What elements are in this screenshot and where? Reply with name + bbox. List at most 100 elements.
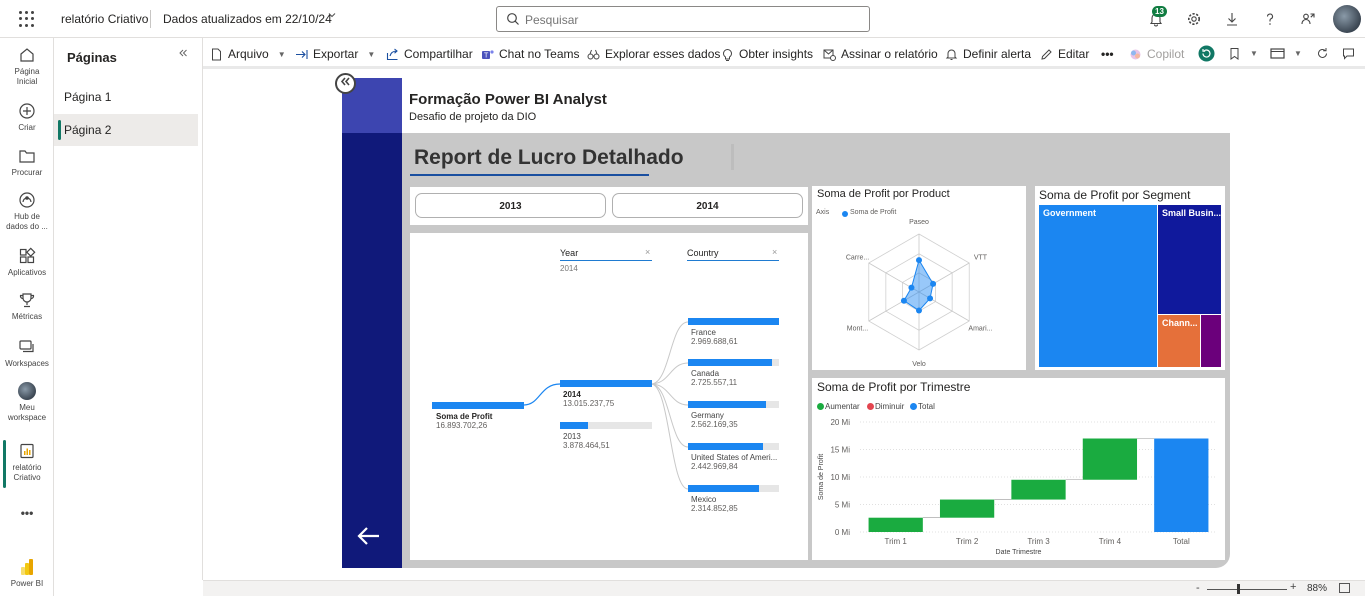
notification-badge: 13 [1152,6,1167,17]
radar-point[interactable] [916,257,922,264]
country-bar[interactable] [688,443,779,450]
plus-circle-icon [19,103,35,119]
teams-chat-button[interactable]: T Chat no Teams [481,47,580,61]
nav-create[interactable]: Criar [0,102,54,133]
insights-button[interactable]: Obter insights [721,47,813,61]
download-icon[interactable] [1222,9,1242,29]
country-bar[interactable] [688,485,779,492]
nav-apps[interactable]: Aplicativos [0,247,54,278]
close-icon[interactable]: × [772,247,777,257]
app-launcher-icon[interactable] [19,11,35,27]
waterfall-bar[interactable] [939,499,995,518]
search-input[interactable] [525,11,855,28]
status-bar: - + 88% [203,580,1365,596]
export-menu[interactable]: Exportar ▼ [295,47,375,61]
zoom-slider-thumb[interactable] [1237,584,1240,594]
country-label: France [691,328,716,337]
waterfall-bar[interactable] [1011,479,1066,500]
zoom-out-button[interactable]: - [1196,582,1200,594]
treemap-segment-small-business[interactable]: Small Busin... [1158,205,1221,314]
bell-icon [945,49,958,60]
year-level-header[interactable]: Year [560,248,578,258]
chevron-down-icon[interactable] [327,10,337,23]
nav-browse[interactable]: Procurar [0,147,54,178]
search-icon [506,12,520,29]
edit-button[interactable]: Editar [1040,47,1089,61]
y-tick-label: 10 Mi [830,473,850,482]
nav-report[interactable]: relatório Criativo [0,442,54,483]
nav-my-workspace[interactable]: Meu workspace [0,382,54,423]
refresh-status-icon[interactable] [1198,45,1215,62]
zoom-slider[interactable] [1207,589,1287,590]
more-options-button[interactable]: ••• [1101,47,1114,61]
alert-label: Definir alerta [963,47,1032,61]
nav-metrics[interactable]: Métricas [0,291,54,322]
nav-workspaces[interactable]: Workspaces [0,338,54,369]
country-bar-fill [688,443,763,450]
view-menu[interactable]: ▼ [1270,47,1302,60]
radar-legend-series[interactable]: Soma de Profit [850,209,896,216]
waterfall-chart: 0 Mi 5 Mi 10 Mi 15 Mi 20 Mi Soma de Profit Tri… [818,418,1217,556]
app-name[interactable]: relatório Criativo [61,12,148,26]
radar-point[interactable] [927,295,934,302]
reload-button[interactable] [1316,47,1329,60]
radar-point[interactable] [930,280,937,287]
nav-data-hub[interactable]: Hub de dados do ... [0,191,54,232]
radar-legend-axis: Axis [816,209,830,216]
root-bar[interactable] [432,402,524,409]
waterfall-bar[interactable] [868,517,923,532]
file-menu[interactable]: Arquivo ▼ [210,47,286,61]
year-bar[interactable] [560,422,652,429]
radar-point[interactable] [916,307,922,314]
waterfall-bar[interactable] [1154,438,1209,533]
fit-to-page-icon[interactable] [1339,583,1350,593]
explore-data-button[interactable]: Explorar esses dados [587,47,720,61]
user-avatar[interactable] [1333,5,1361,33]
back-arrow-icon[interactable] [356,524,382,548]
nav-label: workspace [7,413,47,422]
copilot-button[interactable]: Copilot [1129,47,1184,61]
set-alert-button[interactable]: Definir alerta [945,47,1031,61]
country-bar[interactable] [688,359,779,366]
treemap-segment-channel[interactable]: Chann... [1158,315,1200,367]
radar-point[interactable] [908,284,915,291]
nav-powerbi[interactable]: Power BI [0,558,54,589]
subscribe-button[interactable]: Assinar o relatório [823,47,938,61]
page-item-2[interactable]: Página 2 [54,114,198,146]
nav-label: Procurar [11,168,43,177]
waterfall-bar[interactable] [1082,438,1138,480]
nav-label: Página [14,67,40,76]
search-box[interactable] [496,6,870,32]
country-bar[interactable] [688,401,779,408]
radar-point[interactable] [900,297,907,304]
binoculars-icon [587,49,600,59]
collapse-pane-icon[interactable] [178,47,188,61]
zoom-in-button[interactable]: + [1290,581,1296,593]
page-item-1[interactable]: Página 1 [54,81,198,113]
settings-gear-icon[interactable] [1184,9,1204,29]
report-subtitle: Desafio de projeto da DIO [409,111,537,123]
radar-category-label: Amari... [968,326,992,333]
bookmark-menu[interactable]: ▼ [1228,47,1258,60]
slicer-year-2013[interactable]: 2013 [415,193,606,218]
country-level-header[interactable]: Country [687,248,719,258]
bookmark-icon [1230,48,1239,60]
slicer-year-2014[interactable]: 2014 [612,193,803,218]
data-updated-label[interactable]: Dados atualizados em 22/10/24 [163,12,332,26]
y-tick-label: 5 Mi [835,501,850,510]
share-button[interactable]: Compartilhar [386,47,473,61]
help-icon[interactable] [1260,9,1280,29]
treemap-segment-other[interactable] [1201,315,1221,367]
collapse-circle-icon[interactable] [335,73,356,94]
close-icon[interactable]: × [645,247,650,257]
heading-underline [410,174,649,176]
nav-more-icon[interactable]: ••• [0,507,54,519]
country-bar-fill [688,359,772,366]
share-people-icon[interactable] [1298,9,1318,29]
radar-series-area [903,258,934,312]
comments-button[interactable] [1342,47,1355,60]
nav-home[interactable]: Página Inicial [0,46,54,87]
treemap-segment-government[interactable]: Government [1039,205,1157,367]
year-bar[interactable] [560,380,652,387]
country-bar[interactable] [688,318,779,325]
